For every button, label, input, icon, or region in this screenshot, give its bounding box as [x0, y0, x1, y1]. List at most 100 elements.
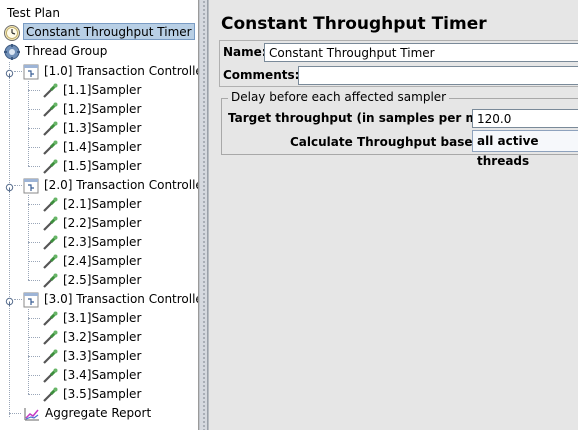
tree-connector — [28, 337, 40, 338]
tree-connector — [28, 223, 40, 224]
tree-item-sampler[interactable]: [3.5]Sampler — [41, 385, 143, 404]
tree-item-label: Test Plan — [7, 6, 60, 20]
pipette-sampler-icon — [41, 234, 59, 252]
pipette-sampler-icon — [41, 329, 59, 347]
expand-toggle-icon[interactable] — [5, 295, 14, 306]
tree-item-transaction-controller[interactable]: [1.0] Transaction Controller — [22, 62, 199, 81]
comments-label: Comments: — [223, 68, 300, 82]
tree-connector — [14, 299, 22, 300]
tree-item-sampler[interactable]: [1.5]Sampler — [41, 157, 143, 176]
tree-item-sampler[interactable]: [2.4]Sampler — [41, 252, 143, 271]
split-pane-divider[interactable] — [199, 0, 208, 430]
name-label: Name: — [223, 45, 267, 59]
splitter-grip — [202, 0, 206, 430]
tree-connector — [28, 375, 40, 376]
calc-throughput-select[interactable]: all active threads — [472, 130, 578, 168]
tree-item-sampler[interactable]: [3.4]Sampler — [41, 366, 143, 385]
tree-item-label: Constant Throughput Timer — [23, 23, 195, 40]
pipette-sampler-icon — [41, 348, 59, 366]
group-title: Delay before each affected sampler — [228, 90, 450, 104]
tree-item-constant-throughput-timer[interactable]: Constant Throughput Timer — [3, 23, 195, 42]
tree-connector — [28, 261, 40, 262]
target-throughput-field[interactable] — [472, 109, 578, 128]
comments-field[interactable] — [298, 66, 578, 85]
tree-connector — [28, 280, 40, 281]
transaction-controller-icon — [22, 177, 40, 195]
tree-item-sampler[interactable]: [2.2]Sampler — [41, 214, 143, 233]
tree-connector — [28, 394, 40, 395]
pipette-sampler-icon — [41, 101, 59, 119]
pipette-sampler-icon — [41, 253, 59, 271]
pipette-sampler-icon — [41, 272, 59, 290]
tree-item-sampler[interactable]: [1.4]Sampler — [41, 138, 143, 157]
tree-item-label: Aggregate Report — [45, 406, 152, 420]
tree-item-sampler[interactable]: [1.2]Sampler — [41, 100, 143, 119]
expand-toggle-icon[interactable] — [5, 181, 14, 192]
tree-item-label: [3.1]Sampler — [63, 311, 142, 325]
tree-item-label: [2.3]Sampler — [63, 235, 142, 249]
tree-item-label: [3.3]Sampler — [63, 349, 142, 363]
tree-connector — [28, 195, 29, 280]
tree-item-sampler[interactable]: [3.2]Sampler — [41, 328, 143, 347]
gear-icon — [3, 43, 21, 61]
tree-item-label: [2.2]Sampler — [63, 216, 142, 230]
expand-toggle-icon[interactable] — [5, 67, 14, 78]
tree-connector — [28, 128, 40, 129]
tree-item-label: [3.4]Sampler — [63, 368, 142, 382]
tree-item-label: [1.4]Sampler — [63, 140, 142, 154]
tree-connector — [9, 413, 21, 414]
tree-connector — [14, 185, 22, 186]
tree-item-label: [2.4]Sampler — [63, 254, 142, 268]
tree-item-sampler[interactable]: [1.3]Sampler — [41, 119, 143, 138]
tree-connector — [28, 242, 40, 243]
tree-item-label: [1.0] Transaction Controller — [44, 64, 199, 78]
clock-icon — [3, 24, 21, 42]
tree-connector — [9, 62, 10, 417]
tree-item-sampler[interactable]: [3.3]Sampler — [41, 347, 143, 366]
tree-connector — [28, 356, 40, 357]
tree-item-label: [1.3]Sampler — [63, 121, 142, 135]
name-field[interactable] — [264, 43, 578, 62]
tree-item-transaction-controller[interactable]: [3.0] Transaction Controller — [22, 290, 198, 309]
jmeter-window: Test Plan Constant Throughput Timer Thre… — [0, 0, 578, 430]
page-title: Constant Throughput Timer — [221, 14, 487, 34]
pipette-sampler-icon — [41, 158, 59, 176]
timer-config-panel: Constant Throughput Timer Name: Comments… — [208, 0, 578, 430]
tree-item-thread-group[interactable]: Thread Group — [3, 42, 109, 61]
tree-item-sampler[interactable]: [2.1]Sampler — [41, 195, 143, 214]
tree-item-label: [2.1]Sampler — [63, 197, 142, 211]
pipette-sampler-icon — [41, 215, 59, 233]
pipette-sampler-icon — [41, 367, 59, 385]
pipette-sampler-icon — [41, 120, 59, 138]
transaction-controller-icon — [22, 63, 40, 81]
tree-item-label: [1.5]Sampler — [63, 159, 142, 173]
tree-item-sampler[interactable]: [1.1]Sampler — [41, 81, 143, 100]
tree-item-label: [1.2]Sampler — [63, 102, 142, 116]
tree-item-test-plan[interactable]: Test Plan — [5, 4, 62, 23]
tree-item-label: [3.5]Sampler — [63, 387, 142, 401]
test-plan-tree[interactable]: Test Plan Constant Throughput Timer Thre… — [0, 0, 199, 430]
tree-connector — [28, 204, 40, 205]
tree-connector — [28, 90, 40, 91]
tree-item-label: [2.5]Sampler — [63, 273, 142, 287]
tree-connector — [28, 166, 40, 167]
tree-item-label: [1.1]Sampler — [63, 83, 142, 97]
tree-item-label: [2.0] Transaction Controller — [44, 178, 199, 192]
tree-item-sampler[interactable]: [3.1]Sampler — [41, 309, 143, 328]
tree-item-sampler[interactable]: [2.5]Sampler — [41, 271, 143, 290]
calc-throughput-value: all active threads — [477, 134, 539, 168]
tree-connector — [28, 309, 29, 394]
chart-icon — [23, 405, 41, 423]
tree-item-aggregate-report[interactable]: Aggregate Report — [23, 404, 153, 423]
tree-item-sampler[interactable]: [2.3]Sampler — [41, 233, 143, 252]
pipette-sampler-icon — [41, 139, 59, 157]
pipette-sampler-icon — [41, 386, 59, 404]
tree-connector — [28, 147, 40, 148]
pipette-sampler-icon — [41, 82, 59, 100]
pipette-sampler-icon — [41, 196, 59, 214]
tree-item-transaction-controller[interactable]: [2.0] Transaction Controller — [22, 176, 199, 195]
tree-item-label: Thread Group — [25, 44, 108, 58]
delay-group: Delay before each affected sampler Targe… — [221, 90, 578, 168]
tree-connector — [28, 318, 40, 319]
name-comments-box: Name: Comments: — [219, 40, 578, 87]
